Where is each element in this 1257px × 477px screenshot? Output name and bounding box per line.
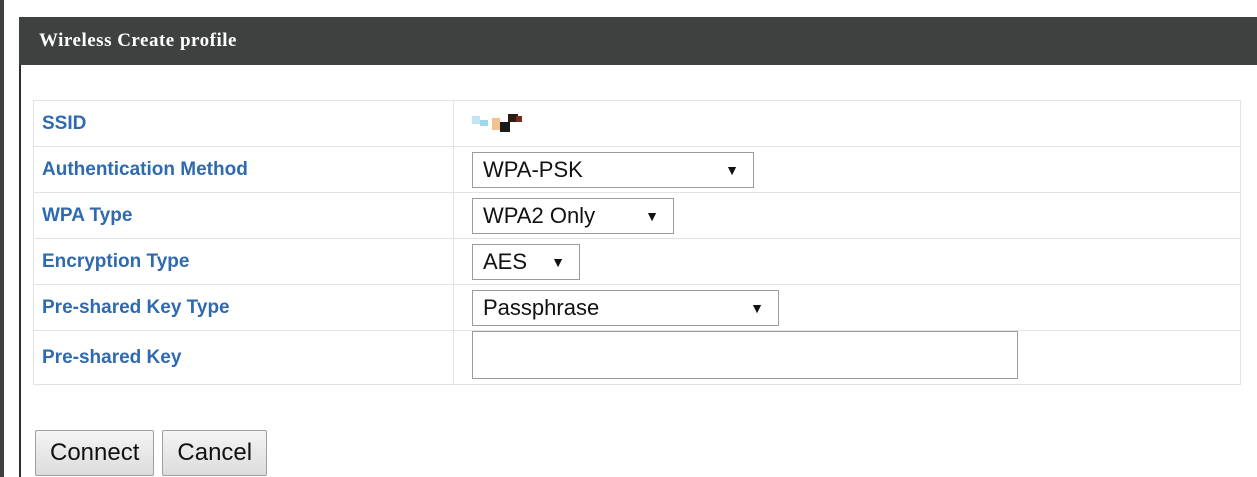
ssid-label: SSID xyxy=(33,100,454,147)
profile-form-table: SSID Authentication Method WPA-PSK ▼ WPA… xyxy=(33,100,1241,385)
triangle-down-icon: ▼ xyxy=(645,207,659,224)
panel-title: Wireless Create profile xyxy=(39,30,237,51)
form-row-auth-method: Authentication Method WPA-PSK ▼ xyxy=(33,146,1241,193)
wpa-type-label: WPA Type xyxy=(33,192,454,239)
triangle-down-icon: ▼ xyxy=(551,253,565,270)
create-profile-panel: Wireless Create profile SSID Authenticat… xyxy=(0,0,1257,477)
encryption-type-select[interactable]: AES ▼ xyxy=(472,243,580,280)
panel-left-border xyxy=(19,65,21,477)
psk-type-select[interactable]: Passphrase ▼ xyxy=(472,289,779,326)
form-row-psk: Pre-shared Key xyxy=(33,330,1241,385)
auth-method-label: Authentication Method xyxy=(33,146,454,193)
form-row-wpa-type: WPA Type WPA2 Only ▼ xyxy=(33,192,1241,239)
form-row-psk-type: Pre-shared Key Type Passphrase ▼ xyxy=(33,284,1241,331)
cancel-button[interactable]: Cancel xyxy=(162,430,268,476)
form-row-ssid: SSID xyxy=(33,100,1241,147)
triangle-down-icon: ▼ xyxy=(750,299,764,316)
form-actions: Connect Cancel xyxy=(35,430,275,476)
encryption-type-value: AES xyxy=(483,248,528,274)
psk-input[interactable] xyxy=(472,331,1018,379)
encryption-type-label: Encryption Type xyxy=(33,238,454,285)
psk-type-value: Passphrase xyxy=(483,294,600,320)
psk-type-label: Pre-shared Key Type xyxy=(33,284,454,331)
wpa-type-select[interactable]: WPA2 Only ▼ xyxy=(472,197,674,234)
wpa-type-value: WPA2 Only xyxy=(483,202,596,228)
panel-header: Wireless Create profile xyxy=(19,17,1257,65)
window-left-edge xyxy=(0,0,4,477)
ssid-value-redacted xyxy=(472,113,528,134)
form-row-encryption-type: Encryption Type AES ▼ xyxy=(33,238,1241,285)
connect-button[interactable]: Connect xyxy=(35,430,155,476)
triangle-down-icon: ▼ xyxy=(725,161,739,178)
auth-method-value: WPA-PSK xyxy=(483,156,583,182)
auth-method-select[interactable]: WPA-PSK ▼ xyxy=(472,151,754,188)
psk-label: Pre-shared Key xyxy=(33,330,454,385)
